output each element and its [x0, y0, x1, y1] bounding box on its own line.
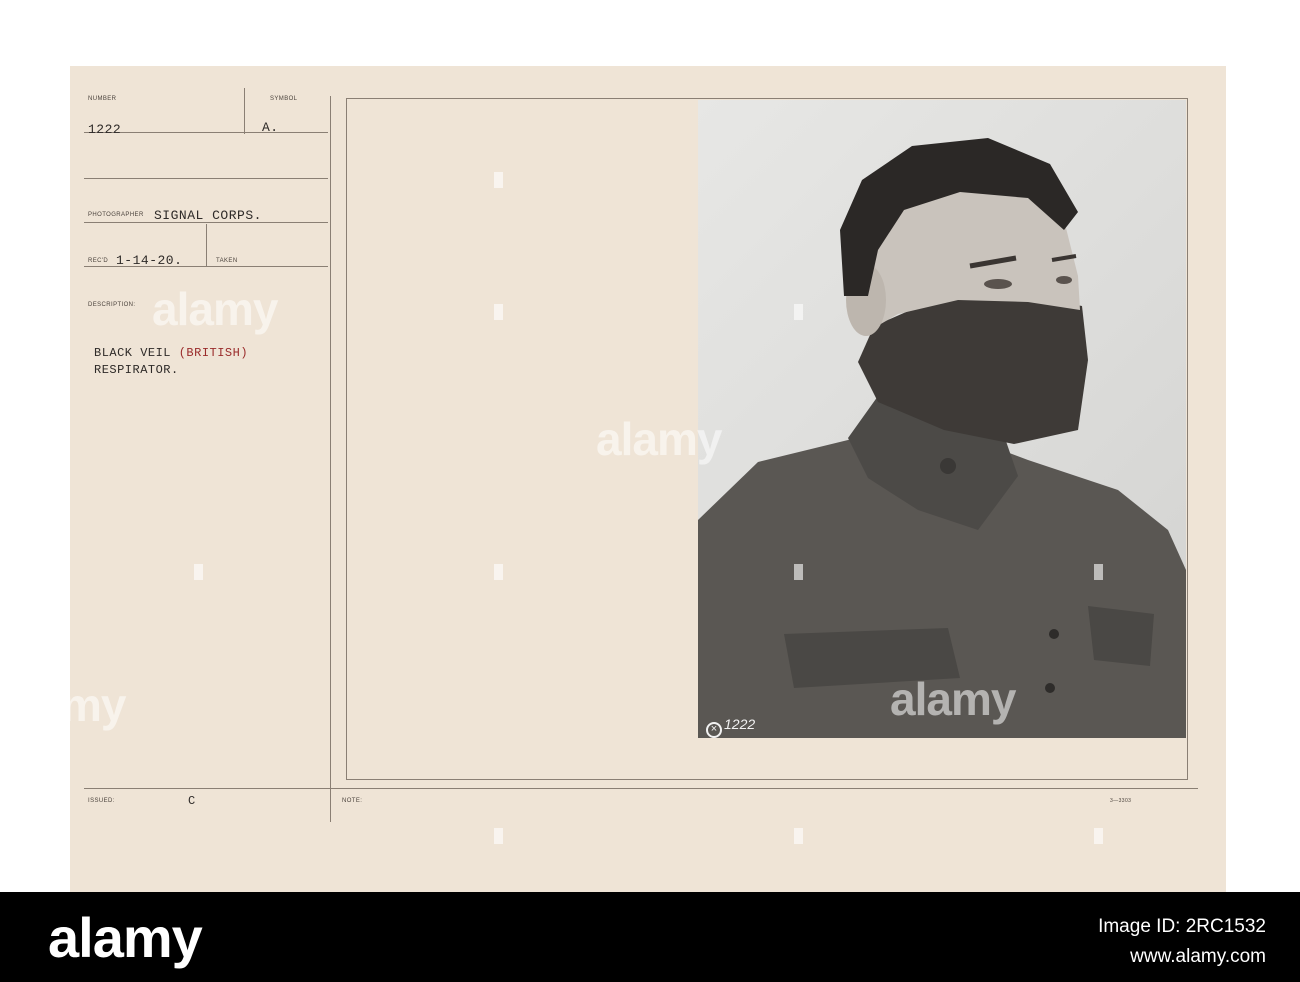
pocket-flap-left	[784, 628, 960, 688]
soldier-figure	[698, 138, 1186, 738]
watermark-mark	[794, 828, 803, 844]
watermark-mark	[1244, 172, 1253, 188]
bottom-rule	[84, 788, 1198, 789]
watermark-mark	[494, 40, 503, 56]
watermark-mark	[194, 564, 203, 580]
eye	[1056, 276, 1072, 284]
collar-disc	[940, 458, 956, 474]
watermark-mark	[1094, 828, 1103, 844]
description-line-1: BLACK VEIL (BRITISH)	[94, 346, 248, 360]
form-code: 3—3303	[1110, 798, 1132, 804]
number-label: NUMBER	[88, 96, 117, 102]
archive-card: NUMBER 1222 SYMBOL A. PHOTOGRAPHER SIGNA…	[70, 66, 1226, 892]
coat-button	[1049, 629, 1059, 639]
note-label: NOTE:	[342, 798, 363, 804]
pocket-flap-right	[1088, 606, 1154, 666]
description-text-b: (BRITISH)	[178, 346, 249, 360]
symbol-label: SYMBOL	[270, 96, 298, 102]
recd-label: REC'D	[88, 258, 109, 264]
image-id: Image ID: 2RC1532	[1098, 916, 1266, 937]
recd-value: 1-14-20.	[116, 253, 183, 268]
number-divider	[244, 88, 245, 134]
header-rule	[84, 178, 328, 179]
photographer-value: SIGNAL CORPS.	[154, 208, 262, 223]
alamy-logo: alamy	[48, 906, 203, 969]
site-url: www.alamy.com	[1130, 946, 1266, 967]
watermark-mark	[44, 436, 53, 452]
watermark-mark	[1094, 564, 1103, 580]
photo-print-number: × 1222	[706, 716, 755, 738]
number-value: 1222	[88, 122, 122, 137]
taken-label: TAKEN	[216, 258, 238, 264]
eye	[984, 279, 1012, 289]
watermark-mark	[194, 40, 203, 56]
symbol-value: A.	[262, 120, 279, 135]
watermark-mark	[494, 564, 503, 580]
column-divider	[330, 96, 331, 822]
watermark-mark	[494, 172, 503, 188]
description-label: DESCRIPTION:	[88, 302, 136, 308]
watermark-mark	[1094, 40, 1103, 56]
watermark-mark	[494, 304, 503, 320]
soldier-photograph: × 1222	[698, 100, 1186, 738]
circle-x-icon: ×	[706, 722, 722, 738]
issued-label: ISSUED:	[88, 798, 115, 804]
image-info: Image ID: 2RC1532 www.alamy.com	[1098, 912, 1266, 972]
watermark-mark	[794, 304, 803, 320]
issued-value: C	[188, 794, 196, 808]
watermark-mark	[494, 828, 503, 844]
watermark-mark	[1244, 436, 1253, 452]
coat-button	[1045, 683, 1055, 693]
watermark-mark	[794, 564, 803, 580]
description-text-a: BLACK VEIL	[94, 346, 179, 360]
watermark-mark	[794, 40, 803, 56]
recd-divider	[206, 224, 207, 266]
photographer-label: PHOTOGRAPHER	[88, 212, 144, 218]
description-line-2: RESPIRATOR.	[94, 363, 179, 377]
